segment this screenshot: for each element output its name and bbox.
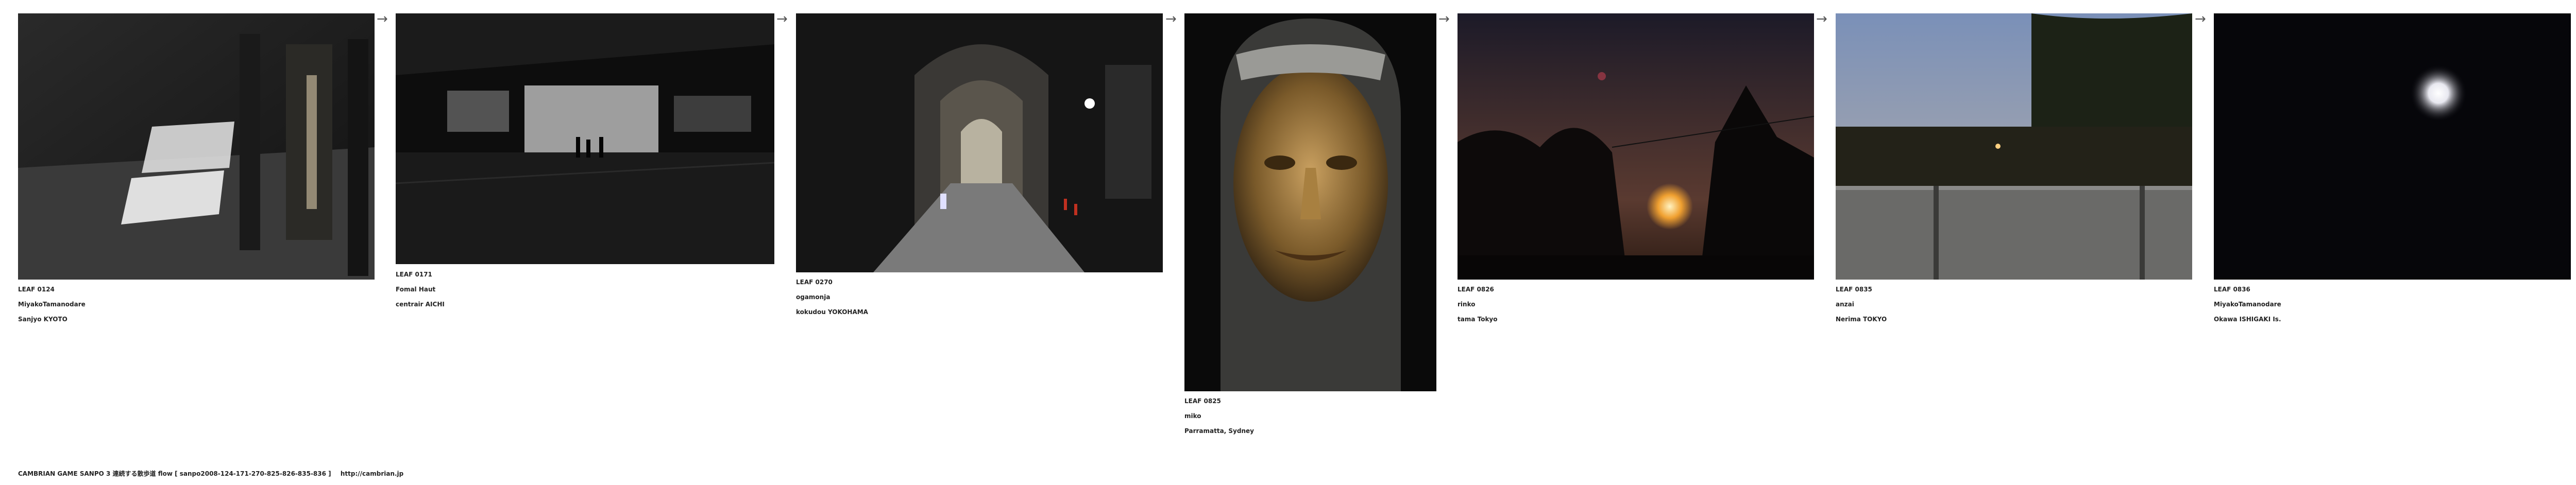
leaf-author: anzai (1836, 301, 1854, 308)
footer-link[interactable]: http://cambrian.jp (341, 470, 403, 477)
leaf-author: MiyakoTamanodare (2214, 301, 2281, 308)
leaf-id: LEAF 0124 (18, 286, 55, 293)
leaf-place: tama Tokyo (1458, 316, 1498, 323)
flow-arrow-icon: → (1438, 11, 1450, 27)
bronze-face-image (1184, 13, 1436, 391)
footer: CAMBRIAN GAME SANPO 3 連続する散歩道 flow [ san… (18, 469, 403, 478)
photo-leaf-0270[interactable] (796, 13, 1163, 272)
footer-text: CAMBRIAN GAME SANPO 3 連続する散歩道 flow [ san… (18, 470, 331, 477)
photo-leaf-0171[interactable] (396, 13, 774, 264)
photo-leaf-0835[interactable] (1836, 13, 2192, 280)
leaf-place: kokudou YOKOHAMA (796, 308, 868, 316)
leaf-author: miko (1184, 412, 1201, 420)
leaf-author: rinko (1458, 301, 1476, 308)
leaf-id: LEAF 0825 (1184, 397, 1221, 405)
moon-night-image (2214, 13, 2571, 280)
leaf-place: centrair AICHI (396, 301, 445, 308)
leaf-place: Sanjyo KYOTO (18, 316, 67, 323)
leaf-id: LEAF 0836 (2214, 286, 2250, 293)
leaf-id: LEAF 0270 (796, 279, 833, 286)
terminal-silhouette-image (396, 13, 774, 264)
flow-arrow-icon: → (1816, 11, 1827, 27)
leaf-place: Parramatta, Sydney (1184, 427, 1254, 435)
leaf-author: Fomal Haut (396, 286, 436, 293)
leaf-id: LEAF 0171 (396, 271, 432, 278)
leaf-id: LEAF 0826 (1458, 286, 1494, 293)
arcade-tunnel-image (796, 13, 1163, 272)
photo-leaf-0825[interactable] (1184, 13, 1436, 391)
leaf-place: Okawa ISHIGAKI Is. (2214, 316, 2281, 323)
photo-leaf-0836[interactable] (2214, 13, 2571, 280)
sunset-trees-image (1458, 13, 1814, 280)
flow-arrow-icon: → (2195, 11, 2206, 27)
leaf-place: Nerima TOKYO (1836, 316, 1887, 323)
dusk-wall-image (1836, 13, 2192, 280)
leaf-author: ogamonja (796, 293, 831, 301)
flow-arrow-icon: → (1165, 11, 1177, 27)
photo-leaf-0124[interactable] (18, 13, 375, 280)
doorway-shadow-image (18, 13, 375, 280)
flow-arrow-icon: → (776, 11, 788, 27)
flow-arrow-icon: → (377, 11, 388, 27)
photo-leaf-0826[interactable] (1458, 13, 1814, 280)
leaf-author: MiyakoTamanodare (18, 301, 86, 308)
leaf-id: LEAF 0835 (1836, 286, 1872, 293)
